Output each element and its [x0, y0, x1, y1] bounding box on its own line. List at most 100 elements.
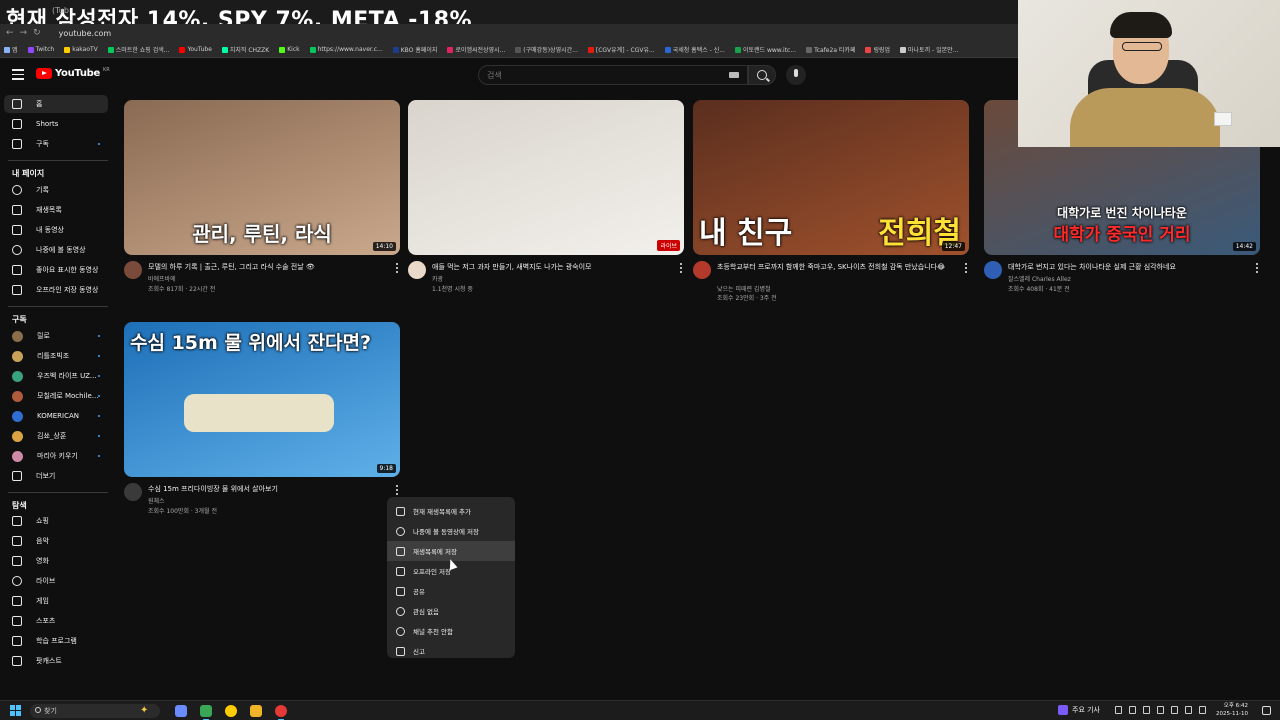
sidebar-item[interactable]: 나중에 볼 동영상	[4, 241, 108, 259]
menu-item[interactable]: 나중에 볼 동영상에 저장	[387, 521, 515, 541]
sidebar-item[interactable]: KOMERICAN	[4, 407, 108, 425]
sidebar-item[interactable]: 김쑈_상훈	[4, 427, 108, 445]
more-options-icon[interactable]	[1256, 263, 1258, 273]
video-thumbnail[interactable]: 관리, 루틴, 라식 14:10	[124, 100, 400, 255]
notification-icon[interactable]	[1262, 706, 1271, 715]
clock[interactable]: 오후 6:42 2025-11-10	[1216, 702, 1248, 718]
youtube-logo[interactable]: YouTube KR	[36, 67, 110, 79]
back-icon[interactable]: ←	[6, 28, 14, 38]
bookmark-item[interactable]: 로이엠씨전상영시...	[447, 45, 505, 54]
section-title-subscriptions[interactable]: 구독	[12, 314, 27, 325]
network-icon[interactable]	[1157, 706, 1164, 714]
video-title[interactable]: 애들 먹는 저그 과자 만들기, 새벽지도 나가는 광숙이모	[432, 262, 672, 272]
video-card[interactable]: 라이브 애들 먹는 저그 과자 만들기, 새벽지도 나가는 광숙이모 카광 1.1천명…	[408, 100, 684, 295]
chrome-icon[interactable]	[200, 705, 212, 720]
sidebar-item[interactable]: 학습 프로그램	[4, 632, 108, 650]
channel-avatar[interactable]	[124, 261, 142, 279]
news-widget[interactable]: 주요 기사	[1058, 705, 1100, 715]
bookmark-item[interactable]: 스마트한 쇼핑 검색...	[107, 45, 169, 54]
microphone-icon[interactable]	[786, 65, 806, 85]
sidebar-item[interactable]: 더보기	[4, 467, 108, 485]
bookmark-item[interactable]: Kick	[279, 46, 300, 53]
video-title[interactable]: 모델의 하루 기록 | 출근, 루틴, 그리고 라식 수술 전날 👁	[148, 262, 388, 272]
sidebar-item[interactable]: 기록	[4, 181, 108, 199]
video-thumbnail[interactable]: 라이브	[408, 100, 684, 255]
menu-item[interactable]: 관심 없음	[387, 601, 515, 621]
browser-tab-title[interactable]: (Tub	[52, 6, 69, 15]
sidebar-item[interactable]: 좋아요 표시한 동영상	[4, 261, 108, 279]
reload-icon[interactable]: ↻	[33, 28, 41, 38]
battery-icon[interactable]	[1185, 706, 1192, 714]
bookmark-item[interactable]: 마나토끼 - 일본만...	[900, 45, 958, 54]
record-icon[interactable]	[275, 705, 287, 720]
channel-avatar[interactable]	[124, 483, 142, 501]
language-icon[interactable]	[1199, 706, 1206, 714]
sidebar-item[interactable]: 릴로	[4, 327, 108, 345]
sidebar-item[interactable]: 내 동영상	[4, 221, 108, 239]
sidebar-item[interactable]: Shorts	[4, 115, 108, 133]
sidebar-item[interactable]: 쇼핑	[4, 512, 108, 530]
bookmark-item[interactable]: https://www.naver.c...	[309, 46, 383, 53]
video-thumbnail[interactable]: 수심 15m 물 위에서 잔다면? 9:18	[124, 322, 400, 477]
bookmark-item[interactable]: 국세청 홈택스 - 신...	[664, 45, 725, 54]
sidebar-item[interactable]: 팟캐스트	[4, 652, 108, 670]
chevron-up-icon[interactable]	[1115, 706, 1122, 714]
menu-item[interactable]: 신고	[387, 641, 515, 661]
menu-icon[interactable]	[12, 69, 24, 80]
video-channel[interactable]: 바에프바에	[148, 274, 176, 283]
more-options-icon[interactable]	[396, 485, 398, 495]
more-options-icon[interactable]	[680, 263, 682, 273]
sidebar-item[interactable]: 홈	[4, 95, 108, 113]
video-channel[interactable]: 잘스엘레 Charles Allez	[1008, 274, 1071, 283]
volume-icon[interactable]	[1171, 706, 1178, 714]
channel-avatar[interactable]	[408, 261, 426, 279]
video-channel[interactable]: 카광	[432, 274, 443, 283]
sidebar-item[interactable]: 리틀조빅조	[4, 347, 108, 365]
bookmark-item[interactable]: 링링업	[865, 45, 890, 54]
bookmark-item[interactable]: Tcafe2a 티카페	[806, 45, 855, 54]
microphone-icon[interactable]	[1143, 706, 1150, 714]
sidebar-item[interactable]: 오프라인 저장 동영상	[4, 281, 108, 299]
bookmark-item[interactable]: 앱	[4, 45, 18, 54]
bookmark-item[interactable]: YouTube	[179, 46, 212, 53]
kakaotalk-icon[interactable]	[225, 705, 237, 717]
url-field[interactable]: youtube.com	[59, 29, 112, 38]
menu-item[interactable]: 현재 재생목록에 추가	[387, 501, 515, 521]
video-card[interactable]: 관리, 루틴, 라식 14:10 모델의 하루 기록 | 출근, 루틴, 그리고 라…	[124, 100, 400, 295]
search-icon[interactable]	[748, 65, 776, 85]
more-options-icon[interactable]	[965, 263, 967, 273]
video-title[interactable]: 수심 15m 프리다이빙장 물 위에서 살아보기	[148, 484, 388, 494]
channel-avatar[interactable]	[693, 261, 711, 279]
bookmark-item[interactable]: 치지직 CHZZK	[221, 45, 269, 54]
keyboard-icon[interactable]	[729, 72, 739, 78]
video-card[interactable]: 수심 15m 물 위에서 잔다면? 9:18 수심 15m 프리다이빙장 물 위에서…	[124, 322, 400, 517]
sidebar-item[interactable]: 스포츠	[4, 612, 108, 630]
sidebar-item[interactable]: 영화	[4, 552, 108, 570]
sidebar-item[interactable]: 마리아 키우기	[4, 447, 108, 465]
video-channel[interactable]: 원체스	[148, 496, 165, 505]
bookmark-item[interactable]: (구매강동)상영시간...	[515, 45, 578, 54]
copilot-icon[interactable]	[175, 705, 187, 717]
more-options-icon[interactable]	[396, 263, 398, 273]
video-thumbnail[interactable]: 내 친구 전희철 12:47	[693, 100, 969, 255]
bookmark-item[interactable]: Twitch	[27, 46, 54, 53]
cloud-icon[interactable]	[1129, 706, 1136, 714]
bookmark-item[interactable]: kakaoTV	[64, 46, 98, 53]
forward-icon[interactable]: →	[20, 28, 28, 38]
channel-avatar[interactable]	[984, 261, 1002, 279]
sidebar-item[interactable]: 라이브	[4, 572, 108, 590]
bookmark-item[interactable]: [CGV유계] - CGV유...	[587, 45, 655, 54]
sidebar-item[interactable]: 우즈벡 라이프 UZ...	[4, 367, 108, 385]
sidebar-item[interactable]: 재생목록	[4, 201, 108, 219]
sidebar-item[interactable]: 게임	[4, 592, 108, 610]
file-explorer-icon[interactable]	[250, 705, 262, 717]
windows-start-icon[interactable]	[10, 705, 21, 716]
sidebar-item[interactable]: 음악	[4, 532, 108, 550]
video-title[interactable]: 대학가로 번지고 있다는 차이나타운 실제 근황 심각하네요	[1008, 262, 1248, 272]
search-input[interactable]: 검색	[478, 65, 748, 85]
sidebar-item[interactable]: 모칠레로 Mochile...	[4, 387, 108, 405]
menu-item[interactable]: 공유	[387, 581, 515, 601]
sparkle-icon[interactable]: ✦	[140, 705, 152, 717]
bookmark-item[interactable]: KBO 홈페이지	[392, 45, 437, 54]
menu-item[interactable]: 채널 추천 안함	[387, 621, 515, 641]
